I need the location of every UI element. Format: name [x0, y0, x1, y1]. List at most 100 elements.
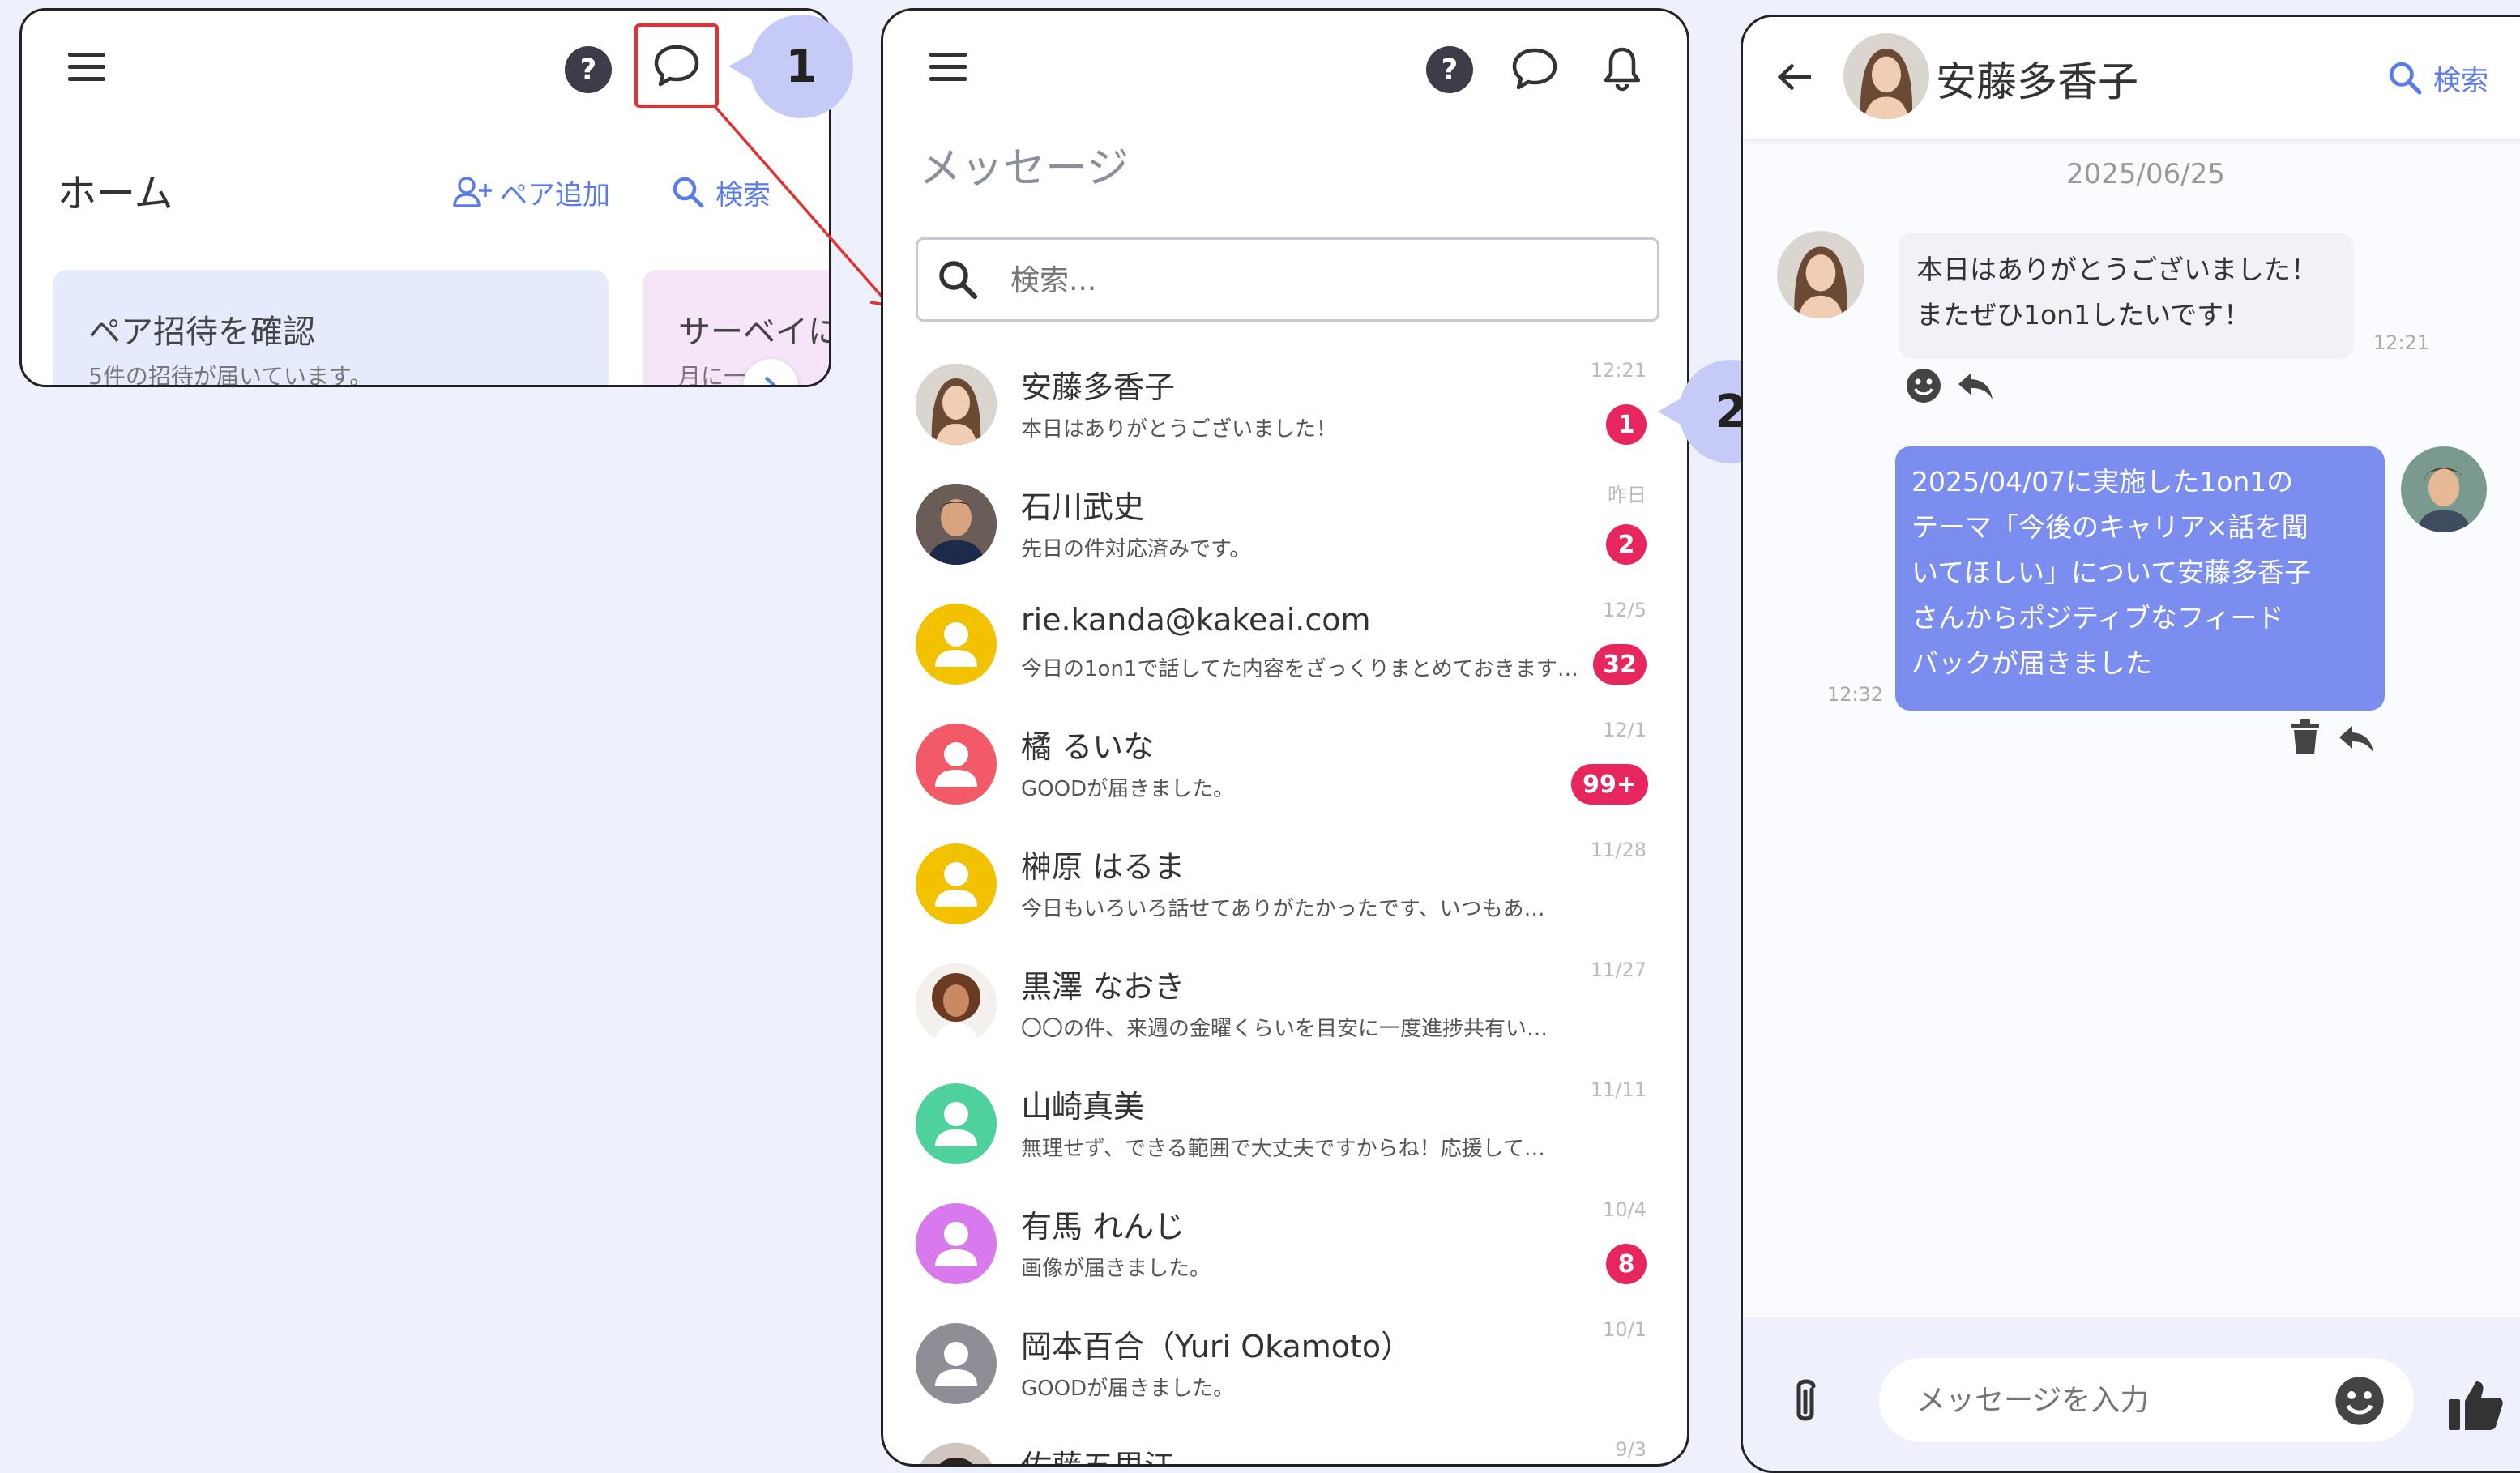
message-input-box[interactable] — [1879, 1358, 2414, 1442]
svg-text:?: ? — [580, 53, 597, 87]
messages-search-box[interactable] — [916, 237, 1659, 322]
avatar — [916, 364, 997, 445]
conversation-time: 11/28 — [1590, 839, 1647, 861]
menu-button[interactable] — [62, 43, 111, 92]
svg-text:?: ? — [1442, 53, 1459, 87]
conversation-time: 11/11 — [1590, 1078, 1647, 1101]
conversation-row[interactable]: 橘 るいな GOODが届きました。 12/1 99+ — [883, 702, 1687, 822]
add-pair-button[interactable]: ペア追加 — [453, 169, 610, 215]
back-button[interactable] — [1770, 53, 1819, 101]
user-photo-icon — [916, 484, 997, 565]
user-icon — [935, 742, 977, 787]
user-icon — [935, 1102, 977, 1146]
like-button[interactable] — [2443, 1373, 2508, 1437]
message-input-bar — [1743, 1317, 2520, 1471]
emoji-button[interactable] — [2333, 1374, 2386, 1428]
conversation-row[interactable]: 榊原 はるま 今日もいろいろ話せてありがたかったです、いつもあ… 11/28 — [883, 822, 1687, 942]
conversation-preview: GOODが届きました。 — [1021, 1377, 1235, 1401]
chat-panel: 安藤多香子 検索 2025/06/25 本日はありがとうございました！ またぜひ… — [1741, 15, 2520, 1473]
conversation-name: 有馬 れんじ — [1021, 1209, 1185, 1245]
sent-message-time: 12:32 — [1827, 683, 1884, 706]
paperclip-icon — [1796, 1379, 1816, 1421]
conversation-preview: 本日はありがとうございました！ — [1021, 417, 1338, 442]
sent-message-line1: 2025/04/07に実施した1on1の — [1911, 466, 2294, 497]
received-message-line1: 本日はありがとうございました！ — [1916, 254, 2317, 285]
notifications-button[interactable] — [1598, 43, 1647, 95]
avatar — [916, 963, 997, 1044]
reply-button[interactable] — [1955, 365, 1996, 406]
sent-message-line2: テーマ「今後のキャリア×話を聞 — [1911, 511, 2309, 543]
conversation-preview: 〇〇の件、来週の金曜くらいを目安に一度進捗共有い… — [1021, 1017, 1548, 1041]
conversation-preview: 画像が届きました。 — [1021, 1257, 1211, 1281]
conversation-name: 橘 るいな — [1021, 729, 1155, 765]
avatar — [916, 1443, 997, 1464]
user-photo-icon — [916, 1443, 997, 1464]
conversation-time: 12/1 — [1603, 719, 1647, 741]
conversation-row[interactable]: 山崎真美 無理せず、できる範囲で大丈夫ですからね！応援して… 11/11 — [883, 1062, 1687, 1182]
conversation-name: 榊原 はるま — [1021, 849, 1185, 885]
attach-button[interactable] — [1777, 1374, 1834, 1431]
message-input[interactable] — [1915, 1376, 2323, 1424]
unread-badge: 2 — [1606, 524, 1647, 565]
conversation-name: 安藤多香子 — [1021, 369, 1176, 405]
messages-button[interactable] — [1507, 43, 1562, 95]
pair-invite-card-title: ペア招待を確認 — [88, 314, 315, 351]
user-photo-icon — [1777, 231, 1864, 318]
delete-button[interactable] — [2287, 717, 2323, 758]
conversation-time: 12:21 — [1590, 359, 1647, 382]
reaction-button[interactable] — [1903, 365, 1944, 406]
conversation-row[interactable]: 石川武史 先日の件対応済みです。 昨日 2 — [883, 463, 1687, 583]
hamburger-icon — [929, 53, 967, 81]
conversation-row[interactable]: 黒澤 なおき 〇〇の件、来週の金曜くらいを目安に一度進捗共有い… 11/27 — [883, 942, 1687, 1062]
add-person-icon — [453, 177, 492, 207]
sent-message-line4: さんからポジティブなフィード — [1911, 602, 2284, 634]
reply-button[interactable] — [2336, 719, 2377, 759]
help-button[interactable]: ? — [565, 46, 612, 93]
conversation-preview: GOODが届きました。 — [1021, 777, 1235, 801]
avatar — [916, 1203, 997, 1284]
unread-badge: 1 — [1606, 404, 1647, 445]
reply-icon — [2339, 726, 2373, 753]
add-pair-label: ペア追加 — [500, 178, 610, 211]
search-icon — [939, 261, 977, 299]
arrow-left-icon — [1777, 63, 1811, 91]
conversation-row[interactable]: 岡本百合（Yuri Okamoto） GOODが届きました。 10/1 — [883, 1302, 1687, 1422]
pair-invite-card-subtitle: 5件の招待が届いています。 — [88, 363, 373, 387]
chevron-right-icon — [764, 376, 776, 385]
hamburger-icon — [68, 53, 105, 81]
conversation-name: 佐藤五里江 — [1021, 1449, 1176, 1467]
messages-panel: ? メッセージ 安藤多香子 本日はありがとうございました！ 12:21 1 石川… — [881, 8, 1689, 1467]
trash-icon — [2291, 719, 2319, 754]
unread-badge: 99+ — [1571, 764, 1648, 805]
avatar — [916, 484, 997, 565]
conversation-time: 10/4 — [1603, 1198, 1647, 1221]
smiley-icon — [2335, 1377, 2384, 1425]
conversation-row[interactable]: 佐藤五里江 9/3 — [883, 1422, 1687, 1467]
conversation-time: 昨日 — [1608, 484, 1647, 506]
user-icon — [935, 1222, 977, 1266]
conversation-row[interactable]: 安藤多香子 本日はありがとうございました！ 12:21 1 — [883, 343, 1687, 463]
search-icon — [2389, 62, 2422, 95]
messages-search-input[interactable] — [1009, 256, 1628, 305]
chat-search-button[interactable]: 検索 — [2388, 58, 2488, 98]
sent-message-bubble[interactable]: 2025/04/07に実施した1on1の テーマ「今後のキャリア×話を聞 いてほ… — [1895, 446, 2385, 711]
menu-button[interactable] — [924, 43, 972, 92]
conversation-time: 10/1 — [1603, 1318, 1647, 1341]
page-title: ホーム — [58, 171, 173, 216]
survey-card-subtitle: 月に一 — [678, 363, 747, 387]
conversation-name: 石川武史 — [1021, 489, 1145, 525]
chat-header: 安藤多香子 検索 — [1743, 17, 2520, 139]
conversation-preview: 今日もいろいろ話せてありがたかったです、いつもあ… — [1021, 897, 1545, 921]
card-next-button[interactable] — [743, 359, 798, 385]
avatar — [916, 724, 997, 805]
pair-invite-card[interactable]: ペア招待を確認 5件の招待が届いています。 — [53, 270, 609, 387]
help-button[interactable]: ? — [1426, 46, 1473, 93]
conversation-name: rie.kanda@kakeai.com — [1021, 602, 1371, 638]
help-icon: ? — [565, 46, 612, 93]
received-message-bubble[interactable]: 本日はありがとうございました！ またぜひ1on1したいです！ — [1899, 233, 2354, 359]
avatar — [916, 843, 997, 924]
avatar — [916, 1083, 997, 1164]
conversation-row[interactable]: rie.kanda@kakeai.com 今日の1on1で話してた内容をざっくり… — [883, 583, 1687, 702]
conversation-row[interactable]: 有馬 れんじ 画像が届きました。 10/4 8 — [883, 1182, 1687, 1302]
sent-message-line5: バックが届きました — [1911, 647, 2152, 679]
